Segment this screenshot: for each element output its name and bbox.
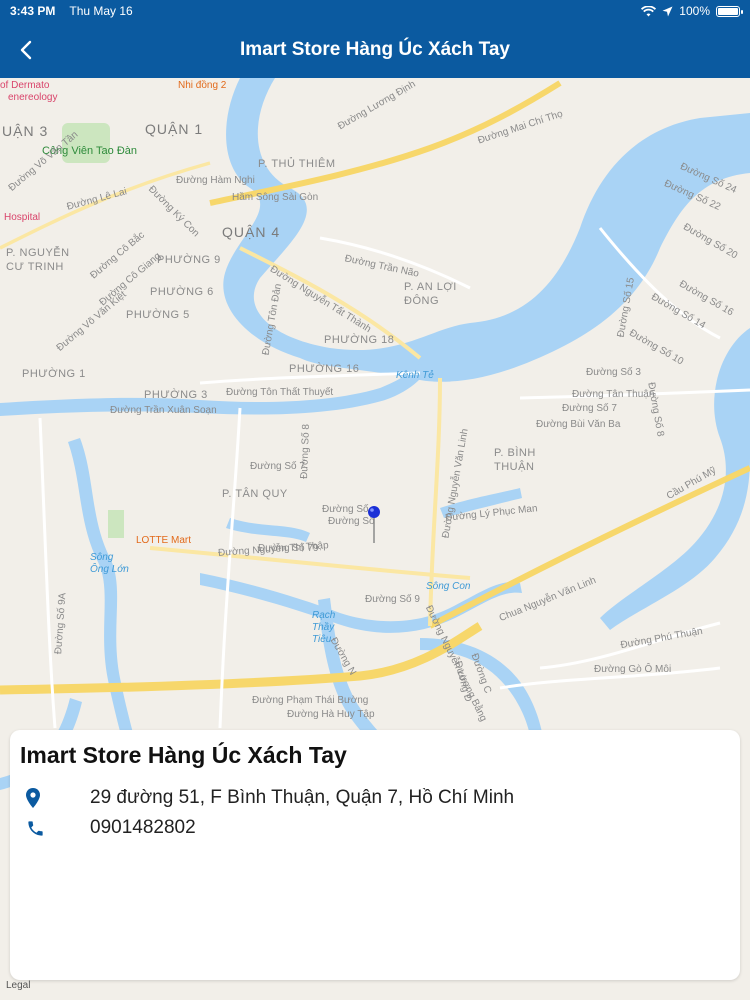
store-name: Imart Store Hàng Úc Xách Tay bbox=[20, 742, 347, 768]
map-label-phuong5: PHƯỜNG 5 bbox=[126, 309, 190, 321]
map-label-tran-xuan-soan: Đường Trần Xuân Soạn bbox=[110, 405, 217, 416]
map-label-quan4: QUẬN 4 bbox=[222, 224, 281, 240]
map-label-pham-thai-buong: Đường Phạm Thái Bường bbox=[252, 695, 369, 706]
map-label-dermato: of Dermato bbox=[0, 80, 50, 91]
map-label-duong-so-8-center: Đường Số 8 bbox=[299, 423, 312, 480]
map-label-phuong1: PHƯỜNG 1 bbox=[22, 368, 86, 380]
wifi-icon bbox=[641, 5, 657, 16]
chevron-left-icon bbox=[20, 40, 32, 60]
map-label-go-o-moi: Đường Gò Ô Môi bbox=[594, 664, 672, 675]
back-button[interactable] bbox=[10, 34, 42, 66]
map-label-quan1: QUẬN 1 bbox=[145, 121, 204, 137]
navigation-bar: Imart Store Hàng Úc Xách Tay bbox=[0, 22, 750, 78]
map-label-duong-so-a: Đường Số bbox=[322, 504, 369, 515]
map-label-duong-so-7: Đường Số 7 bbox=[250, 461, 305, 472]
map-label-duong-so-7-east: Đường Số 7 bbox=[562, 403, 617, 414]
status-date: Thu May 16 bbox=[69, 4, 133, 18]
park-small bbox=[108, 510, 124, 538]
map-label-hospital: Hospital bbox=[4, 212, 41, 223]
store-location-pin[interactable] bbox=[367, 505, 381, 543]
battery-percent: 100% bbox=[679, 4, 710, 18]
map-label-ha-huy-tap: Đường Hà Huy Tập bbox=[287, 709, 375, 720]
map-label-phuong9: PHƯỜNG 9 bbox=[157, 254, 221, 266]
map-label-phuong16: PHƯỜNG 16 bbox=[289, 363, 360, 375]
store-info-card: Imart Store Hàng Úc Xách Tay 29 đường 51… bbox=[10, 730, 740, 980]
map-label-song-ong-lon: Sông Ông Lớn bbox=[90, 552, 129, 575]
store-address-row[interactable]: 29 đường 51, F Bình Thuận, Quận 7, Hồ Ch… bbox=[20, 783, 730, 813]
map-label-duong-so-9: Đường Số 9 bbox=[365, 594, 420, 605]
status-indicators: 100% bbox=[641, 4, 743, 18]
map-label-nhi-dong: Nhi đồng 2 bbox=[178, 80, 227, 91]
map-label-phuong6: PHƯỜNG 6 bbox=[150, 286, 214, 298]
map-label-ton-that-thuyet: Đường Tôn Thất Thuyết bbox=[226, 387, 334, 398]
map-label-ham-song-sai-gon: Hầm Sông Sài Gòn bbox=[232, 192, 319, 203]
map-label-quan3: UẬN 3 bbox=[2, 123, 49, 139]
page-title: Imart Store Hàng Úc Xách Tay bbox=[240, 39, 510, 60]
map-label-tan-quy: P. TÂN QUY bbox=[222, 488, 288, 500]
map-label-duong-so-79: Đường Số 79 bbox=[258, 543, 319, 554]
store-phone: 0901482802 bbox=[90, 817, 196, 838]
location-arrow-icon bbox=[662, 6, 673, 16]
map-label-phuong18: PHƯỜNG 18 bbox=[324, 334, 395, 346]
map-label-phuong3: PHƯỜNG 3 bbox=[144, 389, 208, 401]
store-phone-row[interactable]: 0901482802 bbox=[20, 813, 730, 843]
map-legal-link[interactable]: Legal bbox=[6, 980, 30, 991]
map-label-binh-thuan: P. BÌNH THUẬN bbox=[494, 447, 536, 473]
battery-icon bbox=[716, 5, 743, 17]
map-label-song-con: Sông Con bbox=[426, 581, 471, 592]
map-label-nguyen-cu-trinh: P. NGUYỄN CƯ TRINH bbox=[6, 247, 70, 273]
status-bar: 3:43 PM Thu May 16 100% bbox=[0, 0, 750, 22]
map-label-lotte: LOTTE Mart bbox=[136, 535, 192, 546]
map-label-kenh-te: Kênh Tẻ bbox=[396, 370, 434, 381]
map-label-thu-thiem: P. THỦ THIÊM bbox=[258, 158, 336, 170]
store-address: 29 đường 51, F Bình Thuận, Quận 7, Hồ Ch… bbox=[90, 787, 515, 808]
map-label-venereology: enereology bbox=[8, 92, 58, 103]
map-label-tan-thuan: Đường Tân Thuận bbox=[572, 389, 655, 400]
map-label-ham-nghi: Đường Hàm Nghi bbox=[176, 175, 255, 186]
status-time: 3:43 PM bbox=[10, 4, 56, 18]
map-label-duong-so-3: Đường Số 3 bbox=[586, 367, 641, 378]
map-label-an-loi-dong: P. AN LỢI ĐÔNG bbox=[404, 281, 457, 307]
map-marker-icon bbox=[20, 788, 90, 808]
map-label-bui-van-ba: Đường Bùi Văn Ba bbox=[536, 419, 621, 430]
phone-icon bbox=[20, 819, 90, 838]
